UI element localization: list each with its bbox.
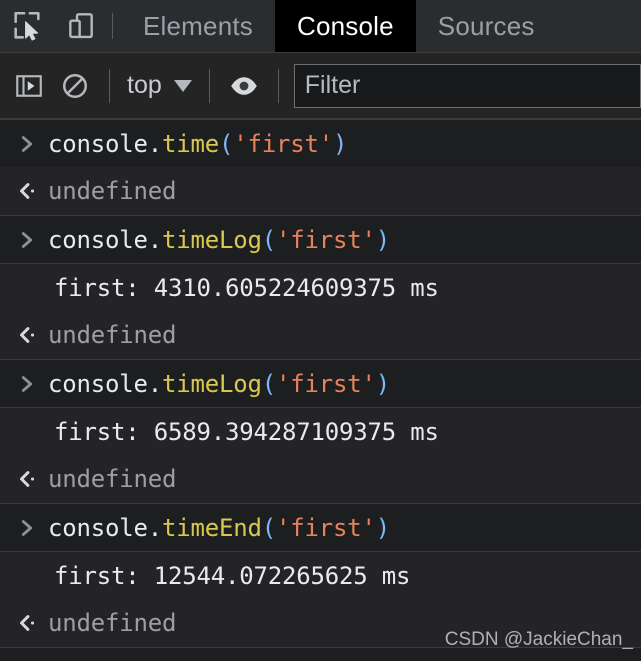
- console-prompt-row[interactable]: [0, 647, 641, 661]
- prompt-chevron-icon: [6, 133, 48, 155]
- code-token-method: timeLog: [162, 369, 262, 398]
- code-token-string: 'first': [233, 129, 333, 158]
- code-token-object: console: [48, 369, 148, 398]
- tabbar-divider: [112, 13, 113, 39]
- code-token-close-paren: ): [375, 369, 390, 398]
- code-token-open-paren: (: [219, 129, 234, 158]
- console-input-row[interactable]: console.time('first'): [0, 119, 641, 167]
- clear-console-icon: [60, 71, 90, 101]
- console-timer-output: first: 4310.605224609375 ms: [54, 273, 439, 302]
- code-token-dot: .: [147, 513, 162, 542]
- console-output-row[interactable]: first: 6589.394287109375 ms: [0, 407, 641, 455]
- console-result-value: undefined: [48, 177, 177, 205]
- console-input-expression: console.timeLog('first'): [48, 226, 390, 254]
- result-chevron-icon: [6, 612, 48, 634]
- console-result-value: undefined: [48, 609, 177, 637]
- console-timer-output: first: 12544.072265625 ms: [54, 561, 411, 590]
- code-token-dot: .: [147, 369, 162, 398]
- tab-elements[interactable]: Elements: [121, 0, 275, 52]
- console-result-row[interactable]: undefined: [0, 455, 641, 503]
- console-result-row[interactable]: undefined: [0, 167, 641, 215]
- console-result-value: undefined: [48, 321, 177, 349]
- prompt-chevron-icon: [6, 373, 48, 395]
- code-token-method: timeLog: [162, 225, 262, 254]
- code-token-string: 'first': [276, 513, 376, 542]
- code-token-method: timeEnd: [162, 513, 262, 542]
- code-token-dot: .: [147, 225, 162, 254]
- console-input-row[interactable]: console.timeLog('first'): [0, 359, 641, 407]
- execution-context-selector[interactable]: top: [121, 71, 198, 100]
- code-token-close-paren: ): [375, 513, 390, 542]
- code-token-method: time: [162, 129, 219, 158]
- tab-console[interactable]: Console: [274, 0, 416, 52]
- live-expression-button[interactable]: [221, 63, 267, 109]
- code-token-string: 'first': [276, 225, 376, 254]
- execution-context-label: top: [127, 71, 162, 99]
- console-result-value: undefined: [48, 465, 177, 493]
- console-result-row[interactable]: undefined: [0, 311, 641, 359]
- console-input-row[interactable]: console.timeEnd('first'): [0, 503, 641, 551]
- console-input-expression: console.timeLog('first'): [48, 370, 390, 398]
- prompt-chevron-icon: [6, 229, 48, 251]
- devtools-tabbar: Elements Console Sources: [0, 0, 641, 53]
- code-token-close-paren: ): [375, 225, 390, 254]
- console-output-row[interactable]: first: 12544.072265625 ms: [0, 551, 641, 599]
- code-token-open-paren: (: [261, 369, 276, 398]
- console-toolbar: top: [0, 53, 641, 119]
- code-token-object: console: [48, 129, 148, 158]
- tab-sources[interactable]: Sources: [416, 0, 557, 52]
- code-token-open-paren: (: [261, 225, 276, 254]
- console-input-expression: console.time('first'): [48, 130, 347, 158]
- inspect-element-button[interactable]: [0, 0, 54, 52]
- inspect-element-icon: [10, 9, 44, 43]
- result-chevron-icon: [6, 468, 48, 490]
- console-sidebar-toggle-button[interactable]: [6, 63, 52, 109]
- console-timer-output: first: 6589.394287109375 ms: [54, 417, 439, 446]
- clear-console-button[interactable]: [52, 63, 98, 109]
- device-toolbar-icon: [65, 10, 97, 42]
- console-output-row[interactable]: first: 4310.605224609375 ms: [0, 263, 641, 311]
- sidebar-toggle-icon: [14, 71, 44, 101]
- device-toolbar-button[interactable]: [54, 0, 108, 52]
- console-input-expression: console.timeEnd('first'): [48, 514, 390, 542]
- code-token-object: console: [48, 225, 148, 254]
- filter-input[interactable]: [293, 63, 641, 108]
- code-token-open-paren: (: [261, 513, 276, 542]
- code-token-dot: .: [147, 129, 162, 158]
- toolbar-divider-3: [277, 68, 279, 103]
- result-chevron-icon: [6, 324, 48, 346]
- eye-icon: [228, 70, 260, 102]
- code-token-object: console: [48, 513, 148, 542]
- console-result-row[interactable]: undefined: [0, 599, 641, 647]
- toolbar-divider-1: [109, 68, 110, 103]
- code-token-close-paren: ): [333, 129, 348, 158]
- console-input-row[interactable]: console.timeLog('first'): [0, 215, 641, 263]
- prompt-chevron-icon: [6, 517, 48, 539]
- console-message-list[interactable]: console.time('first') undefined console.…: [0, 119, 641, 661]
- toolbar-divider-2: [208, 68, 210, 103]
- devtools-window: Elements Console Sources top Filter cons…: [0, 0, 641, 661]
- result-chevron-icon: [6, 180, 48, 202]
- code-token-string: 'first': [276, 369, 376, 398]
- chevron-down-icon: [173, 79, 192, 92]
